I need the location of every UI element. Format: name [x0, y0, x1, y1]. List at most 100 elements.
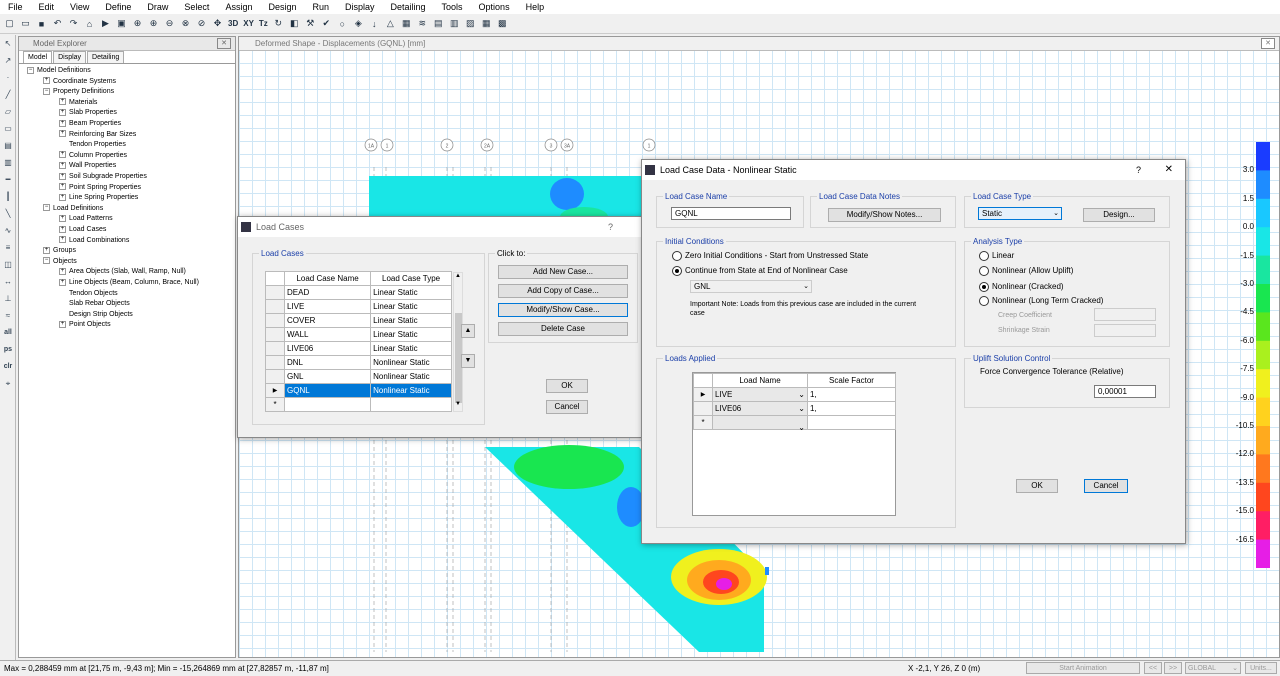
run-icon[interactable]: ▶ — [98, 16, 113, 31]
table-row[interactable]: ▶ GQNL Nonlinear Static — [265, 383, 452, 398]
table-row[interactable]: DEAD Linear Static — [265, 285, 452, 300]
move-down-button[interactable]: ▼ — [461, 354, 475, 368]
expand-icon[interactable]: + — [59, 278, 66, 286]
table-row[interactable]: COVER Linear Static — [265, 313, 452, 328]
undeformed-icon[interactable]: ○ — [335, 16, 350, 31]
load-case-name-cell[interactable]: COVER — [283, 313, 372, 328]
loads-applied-table[interactable]: Load Name Scale Factor ▶ LIVE ⌄ 1, LIVE06 ⌄ 1,… — [693, 373, 896, 432]
expand-icon[interactable]: + — [59, 321, 66, 329]
menu-define[interactable]: Define — [97, 2, 139, 12]
menu-file[interactable]: File — [0, 2, 31, 12]
tree-item[interactable]: − Objects — [43, 257, 77, 267]
load-case-type-cell[interactable]: Nonlinear Static — [370, 355, 452, 370]
menu-design[interactable]: Design — [260, 2, 304, 12]
menu-select[interactable]: Select — [176, 2, 217, 12]
load-case-name-cell[interactable]: LIVE — [283, 299, 372, 314]
close-icon[interactable]: ✕ — [1261, 38, 1275, 49]
load-case-type-cell[interactable]: Linear Static — [370, 285, 452, 300]
expand-icon[interactable]: + — [59, 98, 66, 106]
cancel-button[interactable]: Cancel — [546, 400, 588, 414]
draw-support-icon[interactable]: ⊥ — [1, 291, 15, 307]
draw-rect-icon[interactable]: ▭ — [1, 121, 15, 137]
close-icon[interactable]: ✕ — [1165, 160, 1173, 180]
load-case-type-cell[interactable]: Linear Static — [370, 341, 452, 356]
punching-icon[interactable]: ▨ — [463, 16, 478, 31]
current-row-arrow-icon[interactable]: ▶ — [693, 387, 713, 402]
expand-icon[interactable]: + — [59, 225, 66, 233]
menu-tools[interactable]: Tools — [434, 2, 471, 12]
move-up-button[interactable]: ▲ — [461, 324, 475, 338]
expand-icon[interactable]: + — [59, 236, 66, 244]
tree-item[interactable]: Slab Rebar Objects — [59, 299, 130, 309]
current-row-arrow-icon[interactable]: ▶ — [265, 383, 285, 398]
scale-factor-cell[interactable]: 1, — [807, 387, 896, 402]
lock-icon[interactable]: ⌂ — [82, 16, 97, 31]
redo-icon[interactable]: ↷ — [66, 16, 81, 31]
draw-spring-icon[interactable]: ≈ — [1, 308, 15, 324]
stress-icon[interactable]: ▦ — [399, 16, 414, 31]
load-case-name-cell[interactable]: GQNL — [283, 383, 372, 398]
zoom-window-icon[interactable]: ⊕ — [130, 16, 145, 31]
undo-icon[interactable]: ↶ — [50, 16, 65, 31]
tree-item[interactable]: + Materials — [59, 98, 97, 108]
menu-display[interactable]: Display — [337, 2, 383, 12]
row-header[interactable] — [265, 285, 285, 300]
tree-item[interactable]: Tendon Objects — [59, 289, 118, 299]
table-row[interactable]: LIVE06 ⌄ 1, — [693, 401, 896, 416]
view-xy-button[interactable]: XY — [241, 16, 256, 31]
cancel-button[interactable]: Cancel — [1084, 479, 1128, 493]
reactions-icon[interactable]: ↓ — [367, 16, 382, 31]
tree-item[interactable]: + Load Patterns — [59, 214, 113, 224]
expand-icon[interactable]: + — [59, 172, 66, 180]
collapse-icon[interactable]: − — [43, 87, 50, 95]
draw-rebar-icon[interactable]: ≡ — [1, 240, 15, 256]
snap-icon[interactable]: ⌖ — [1, 376, 15, 392]
row-header[interactable] — [265, 369, 285, 384]
row-header[interactable] — [265, 327, 285, 342]
table-row[interactable]: LIVE Linear Static — [265, 299, 452, 314]
load-case-name-cell[interactable]: GNL — [283, 369, 372, 384]
select-all-button[interactable]: all — [1, 325, 15, 341]
load-case-type-cell[interactable]: Nonlinear Static — [370, 383, 452, 398]
draw-wall-icon[interactable]: ▥ — [1, 155, 15, 171]
coordinate-system-select[interactable]: GLOBAL ⌄ — [1185, 662, 1241, 674]
menu-view[interactable]: View — [62, 2, 97, 12]
table-row[interactable]: GNL Nonlinear Static — [265, 369, 452, 384]
modify-show-case-button[interactable]: Modify/Show Case... — [498, 303, 628, 317]
table-row[interactable]: DNL Nonlinear Static — [265, 355, 452, 370]
slab-forces-icon[interactable]: ▤ — [431, 16, 446, 31]
close-icon[interactable]: ✕ — [217, 38, 231, 49]
expand-icon[interactable]: + — [59, 130, 66, 138]
check-icon[interactable]: ✔ — [319, 16, 334, 31]
previous-step-button[interactable]: << — [1144, 662, 1162, 674]
expand-icon[interactable]: + — [43, 77, 50, 85]
radio-nonlinear-long-term-cracked[interactable]: Nonlinear (Long Term Cracked) — [979, 296, 1103, 306]
load-case-name-cell[interactable]: LIVE06 — [283, 341, 372, 356]
draw-slab-icon[interactable]: ▤ — [1, 138, 15, 154]
next-step-button[interactable]: >> — [1164, 662, 1182, 674]
tree-item[interactable]: + Slab Properties — [59, 108, 117, 118]
menu-draw[interactable]: Draw — [139, 2, 176, 12]
menu-assign[interactable]: Assign — [217, 2, 260, 12]
draw-point-icon[interactable]: · — [1, 70, 15, 86]
expand-icon[interactable]: + — [59, 109, 66, 117]
ok-button[interactable]: OK — [1016, 479, 1058, 493]
zoom-in-icon[interactable]: ⊕ — [146, 16, 161, 31]
column-header-load-name[interactable]: Load Name — [712, 373, 808, 388]
tree-item[interactable]: Design Strip Objects — [59, 310, 133, 320]
tree-item[interactable]: + Reinforcing Bar Sizes — [59, 130, 136, 140]
design-button[interactable]: Design... — [1083, 208, 1155, 222]
new-file-icon[interactable]: ▢ — [2, 16, 17, 31]
draw-line-icon[interactable]: ╱ — [1, 87, 15, 103]
pointer-icon[interactable]: ↖ — [1, 36, 15, 52]
draw-brace-icon[interactable]: ╲ — [1, 206, 15, 222]
empty-cell[interactable] — [807, 415, 896, 430]
load-case-type-cell[interactable]: Linear Static — [370, 313, 452, 328]
collapse-icon[interactable]: − — [27, 66, 34, 74]
load-case-type-cell[interactable]: Linear Static — [370, 327, 452, 342]
tree-item[interactable]: + Soil Subgrade Properties — [59, 172, 147, 182]
load-name-dropdown[interactable]: ⌄ — [712, 415, 808, 432]
tree-item[interactable]: − Model Definitions — [27, 66, 91, 76]
tree-item[interactable]: − Load Definitions — [43, 204, 103, 214]
load-name-dropdown[interactable]: LIVE06 ⌄ — [712, 401, 808, 416]
